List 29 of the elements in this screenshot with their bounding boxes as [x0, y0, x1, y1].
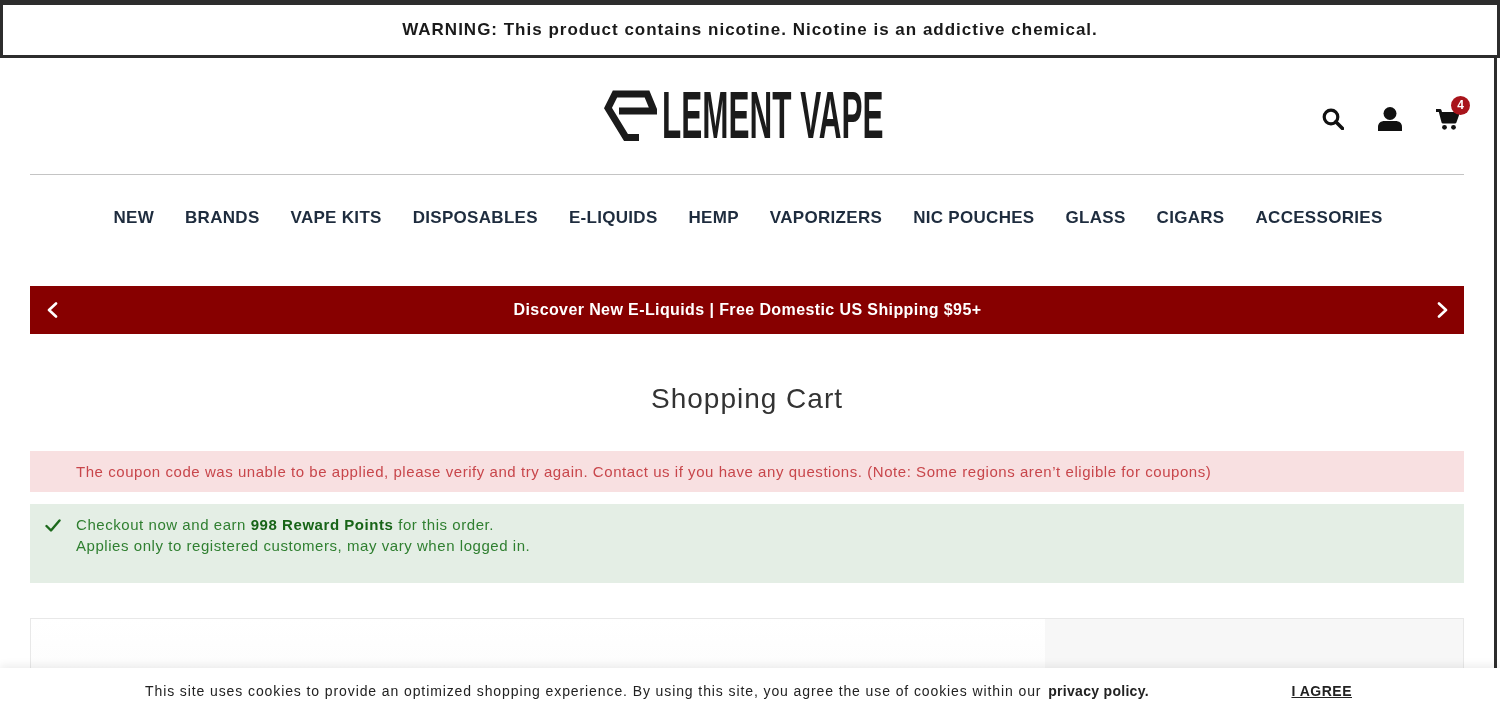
nav-link[interactable]: E-LIQUIDS: [568, 208, 658, 228]
nav-link[interactable]: DISPOSABLES: [412, 208, 538, 228]
privacy-policy-link[interactable]: privacy policy.: [1048, 682, 1149, 699]
reward-message: Checkout now and earn 998 Reward Points for this order.: [76, 515, 495, 535]
logo-mark-icon: [602, 88, 657, 143]
nav-link[interactable]: NIC POUCHES: [913, 208, 1035, 228]
page-title: Shopping Cart: [651, 382, 843, 416]
error-message: The coupon code was unable to be applied, please verify and try again. Contact us if you have any questions. (Note: Some regions aren’t eligible for coupons): [76, 462, 1212, 482]
alert-note: Applies only to registered customers, may vary when logged in.: [76, 536, 531, 556]
search-icon[interactable]: [1322, 108, 1344, 130]
cart-count-badge: 4: [1451, 95, 1470, 115]
cart-icon[interactable]: [1436, 108, 1459, 130]
nav-link[interactable]: GLASS: [1065, 208, 1126, 228]
cookie-notice: This site uses cookies to provide an optimized shopping experience. By using this site, you agree the use of cookies within our privacy policy.: [145, 682, 1149, 699]
nav-link[interactable]: NEW: [113, 208, 154, 228]
nav-link[interactable]: CIGARS: [1156, 208, 1225, 228]
logo-text: LEMENT VAPE: [661, 85, 884, 144]
nav-link[interactable]: ACCESSORIES: [1255, 208, 1383, 228]
check-icon: [45, 519, 61, 532]
promo-text: Discover New E-Liquids | Free Domestic US Shipping $95+: [513, 301, 982, 319]
nav-link[interactable]: VAPE KITS: [290, 208, 382, 228]
chevron-right-icon[interactable]: [1437, 302, 1448, 318]
nav-link[interactable]: BRANDS: [185, 208, 260, 228]
user-icon[interactable]: [1378, 107, 1402, 131]
warning-text: WARNING: This product contains nicotine. Nicotine is an addictive chemical.: [402, 20, 1098, 40]
nav-link[interactable]: VAPORIZERS: [769, 208, 883, 228]
chevron-left-icon[interactable]: [47, 302, 58, 318]
agree-button[interactable]: I AGREE: [1291, 682, 1352, 699]
nav-link[interactable]: HEMP: [688, 208, 739, 228]
